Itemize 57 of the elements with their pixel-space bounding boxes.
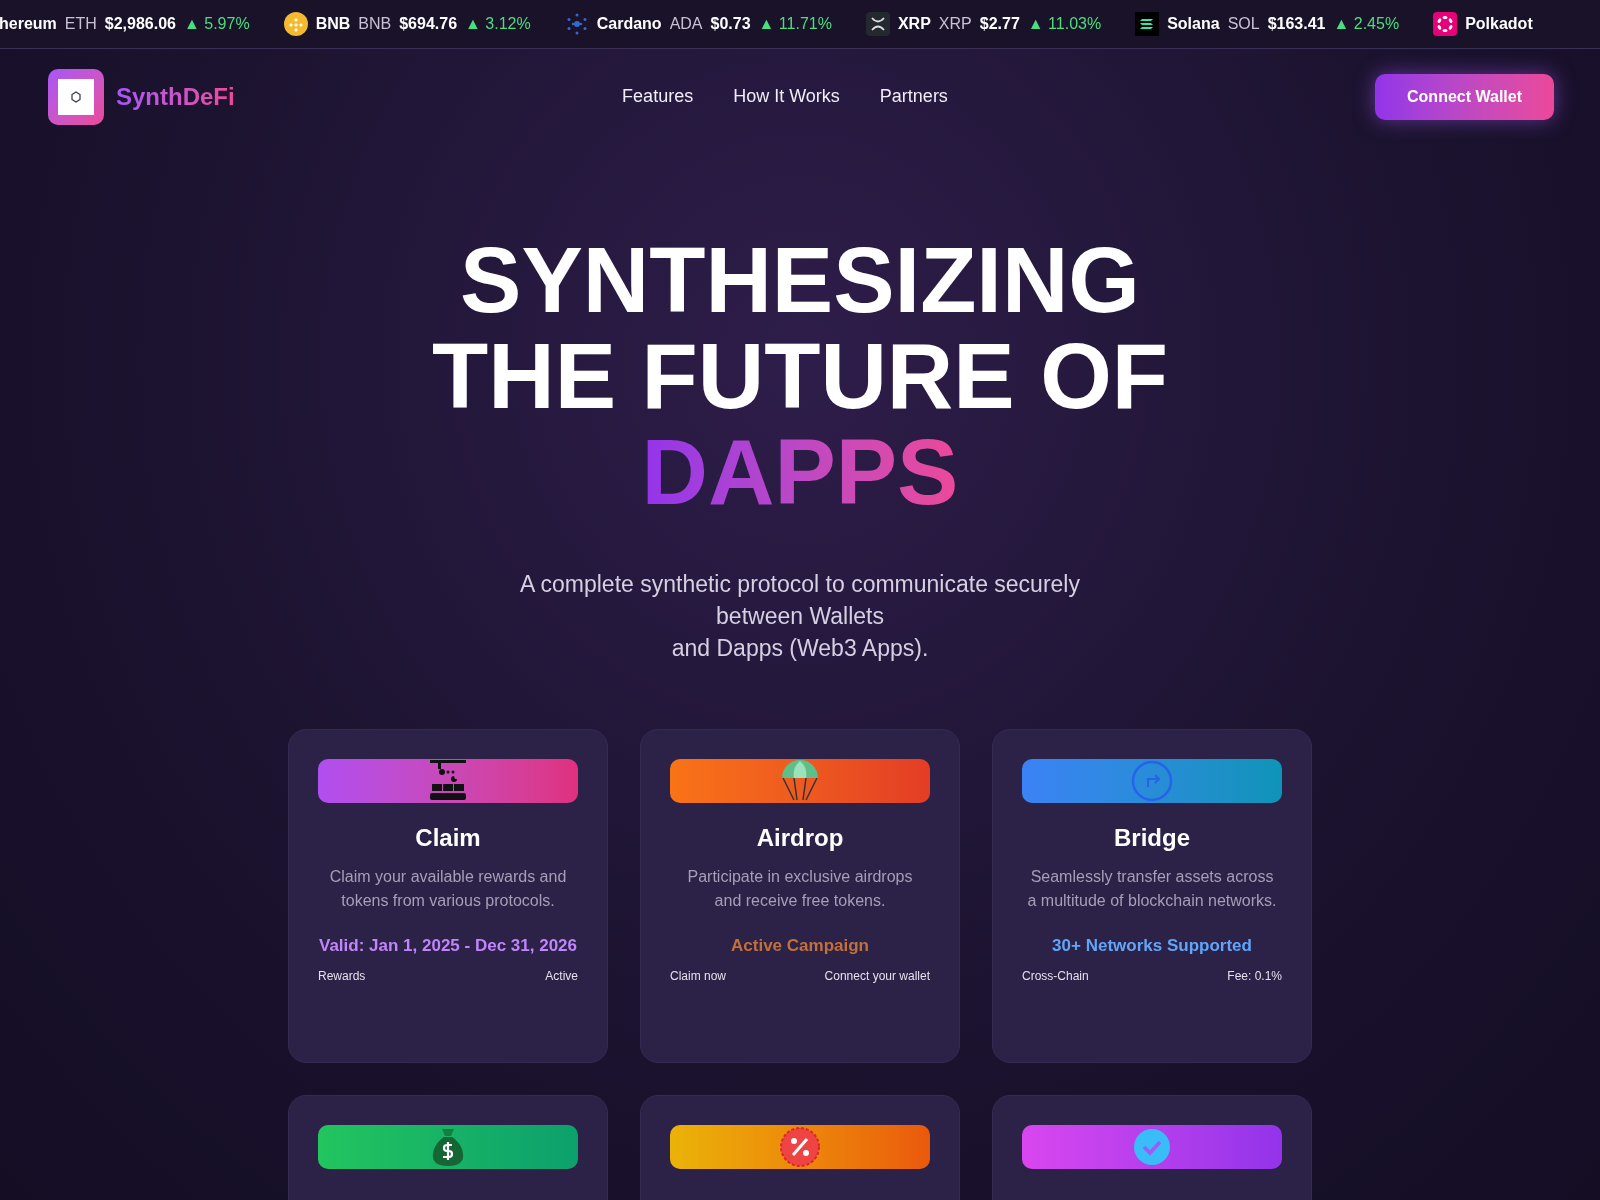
percent-badge-icon	[780, 1127, 820, 1167]
card-status: Connect your wallet	[824, 967, 930, 985]
card-description: Claim your available rewards and tokens from various protocols.	[328, 867, 568, 911]
card-tag: Rewards	[318, 966, 366, 985]
price-change: ▲ 2.45%	[1333, 14, 1400, 34]
nav-link[interactable]: How It Works	[733, 83, 840, 110]
nav-link[interactable]: Partners	[879, 83, 948, 110]
x-mark-icon	[865, 12, 890, 36]
hero-title: THE FUTURE OF	[432, 328, 1168, 424]
card-status: Fee: 0.1%	[1227, 967, 1282, 985]
card-description: Seamlessly transfer assets across a multitude of blockchain networks.	[1026, 867, 1278, 911]
card-description: Participate in exclusive airdrops and receive free tokens.	[686, 867, 914, 911]
coin-name: XRP	[897, 14, 931, 34]
hero-subtitle: A complete synthetic protocol to communicate securely	[520, 570, 1080, 599]
coin-price: $163.41	[1267, 14, 1326, 34]
card-status: Active	[545, 967, 578, 985]
hero-title: SYNTHESIZING	[460, 232, 1140, 328]
hero-subtitle: between Wallets	[716, 602, 884, 631]
coin-symbol: ADA	[669, 14, 703, 34]
coin-name: BNB	[315, 14, 351, 34]
card-title: Airdrop	[756, 823, 844, 853]
check-badge-icon	[1133, 1128, 1171, 1166]
coin-price: $2,986.06	[104, 14, 176, 34]
coin-name: hereum	[0, 14, 57, 34]
ring-icon	[1433, 12, 1458, 36]
coin-symbol: XRP	[938, 14, 972, 34]
coin-price: $2.77	[979, 14, 1020, 34]
price-change: ▲ 5.97%	[184, 14, 250, 34]
coin-symbol: ETH	[64, 14, 97, 34]
connect-wallet-button[interactable]: Connect Wallet	[1375, 73, 1554, 120]
parachute-icon	[780, 760, 820, 802]
logo[interactable]	[48, 68, 104, 125]
conveyor-icon	[428, 760, 468, 802]
nav-link[interactable]: Features	[622, 83, 694, 110]
cube-icon	[70, 90, 82, 103]
card-tag: Cross-Chain	[1022, 966, 1089, 985]
card-highlight: Active Campaign	[731, 935, 869, 957]
hero-subtitle: and Dapps (Web3 Apps).	[671, 634, 929, 663]
card-tag: Claim now	[670, 966, 726, 985]
card-title: Bridge	[1114, 823, 1190, 853]
price-change: ▲ 11.71%	[758, 14, 832, 34]
price-change: ▲ 3.12%	[465, 14, 531, 34]
card-highlight: 30+ Networks Supported	[1052, 935, 1252, 957]
coin-price: $694.76	[399, 14, 458, 34]
coin-price: $0.73	[710, 14, 751, 34]
coin-symbol: SOL	[1227, 14, 1260, 34]
coin-symbol: BNB	[358, 14, 392, 34]
price-change: ▲ 11.03%	[1027, 14, 1102, 34]
coin-icon	[283, 12, 308, 36]
card-highlight: Valid: Jan 1, 2025 - Dec 31, 2026	[319, 935, 577, 957]
coin-name: Cardano	[596, 14, 662, 34]
stripes-icon	[1135, 12, 1160, 36]
card-title: Claim	[415, 823, 481, 853]
money-bag-icon	[431, 1127, 465, 1167]
coin-name: Polkadot	[1465, 14, 1533, 34]
coin-name: Solana	[1167, 14, 1220, 34]
dotted-circle-icon	[564, 12, 589, 36]
